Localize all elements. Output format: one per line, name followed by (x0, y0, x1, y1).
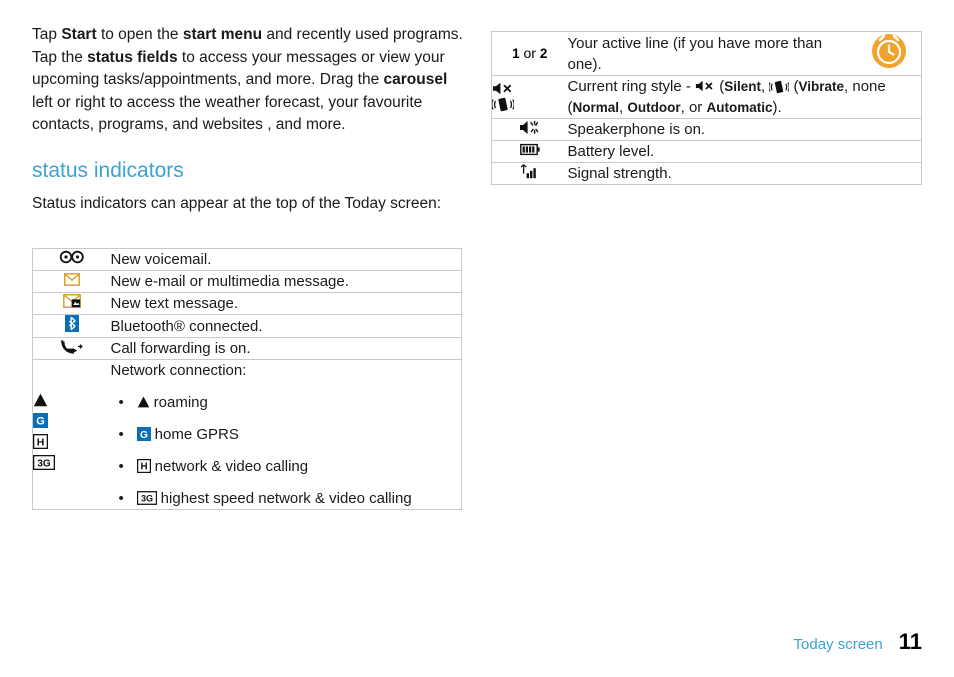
intro-text-5: left or right to access the weather fore… (32, 93, 423, 134)
list-item-label: network & video calling (154, 458, 309, 475)
table-row: New voicemail. (32, 248, 462, 271)
outdoor-label: Outdoor (627, 100, 681, 115)
svg-text:G: G (36, 416, 45, 428)
row-label: New text message. (110, 292, 462, 315)
list-item-label: home GPRS (154, 426, 239, 443)
hsdpa-icon: H (33, 434, 111, 449)
list-item-label: roaming (153, 394, 208, 411)
hsdpa-icon: H (136, 459, 151, 473)
row-label: Your active line (if you have more than … (567, 31, 858, 76)
roaming-icon (137, 396, 150, 408)
row-label: Battery level. (567, 140, 922, 163)
svg-text:3G: 3G (140, 494, 152, 504)
page-number: 11 (898, 629, 922, 654)
list-item: H network & video calling (111, 457, 462, 477)
ring-text-f: ). (772, 99, 782, 116)
row-label: Current ring style - (Silent, (Vibrate, … (567, 75, 922, 119)
vibrate-label: Vibrate (798, 79, 845, 94)
row-label: New e-mail or multimedia message. (110, 270, 462, 293)
call-forward-icon (32, 337, 111, 360)
row-label: Speakerphone is on. (567, 118, 922, 141)
battery-icon (491, 140, 568, 163)
intro-text-1: Tap (32, 26, 62, 43)
network-icon-stack: G H 3G (32, 359, 111, 510)
line-1-label: 1 (512, 45, 520, 61)
ring-text-e: , or (680, 99, 707, 116)
envelope-icon (32, 270, 111, 293)
status-fields-bold: status fields (87, 48, 178, 66)
network-title: Network connection: (110, 362, 247, 379)
table-row: Speakerphone is on. (491, 118, 922, 141)
silent-icon (492, 82, 568, 95)
table-row: Battery level. (491, 140, 922, 163)
page-footer: Today screen 11 (794, 629, 922, 655)
left-column: Tap Start to open the start menu and rec… (32, 24, 464, 227)
table-row: New text message. (32, 292, 462, 315)
hspa-3g-icon: 3G (33, 455, 111, 470)
svg-text:H: H (140, 462, 147, 473)
document-page: Tap Start to open the start menu and rec… (0, 0, 954, 677)
ring-text-a: Current ring style - (567, 78, 696, 95)
line-1-2-icon: 1 or 2 (491, 31, 568, 76)
normal-label: Normal (572, 100, 620, 115)
row-label: Bluetooth® connected. (110, 314, 462, 338)
hspa-3g-icon: 3G (136, 491, 157, 505)
roaming-icon (33, 393, 111, 407)
svg-text:3G: 3G (37, 458, 51, 469)
bluetooth-icon (32, 314, 111, 338)
table-row-network: G H 3G Network connection: • roaming • G… (32, 359, 462, 510)
vibrate-icon (492, 97, 568, 112)
line-or-label: or (519, 44, 540, 61)
status-indicators-table-right: 1 or 2 Your active line (if you have mor… (491, 31, 922, 185)
svg-text:G: G (140, 430, 148, 441)
network-connection-cell: Network connection: roaming G (110, 359, 462, 510)
voicemail-icon (32, 248, 111, 271)
intro-text-2: to open the (96, 26, 183, 43)
row-label: New voicemail. (110, 248, 462, 271)
text-message-icon (32, 292, 111, 315)
status-indicators-table-left: New voicemail. New e-mail or multimedia … (32, 248, 462, 510)
automatic-label: Automatic (706, 100, 773, 115)
list-item-label: highest speed network & video calling (160, 490, 412, 507)
table-row: Bluetooth® connected. (32, 314, 462, 338)
network-bullet-list: roaming G home GPRS H networ (111, 393, 462, 509)
vibrate-icon-inline (769, 80, 790, 94)
silent-icon-inline (695, 80, 715, 92)
table-row: 1 or 2 Your active line (if you have mor… (491, 31, 922, 76)
gprs-icon: G (33, 413, 111, 428)
ring-text-b: , (760, 78, 770, 95)
table-row: Call forwarding is on. (32, 337, 462, 360)
line-2-label: 2 (539, 45, 548, 61)
list-item: G home GPRS (111, 425, 462, 445)
signal-icon (491, 162, 568, 185)
footer-section-label: Today screen (793, 636, 883, 653)
speakerphone-icon (491, 118, 568, 141)
svg-text:H: H (37, 436, 45, 448)
carousel-bold: carousel (383, 71, 448, 88)
row-label: Call forwarding is on. (110, 337, 462, 360)
ring-style-icon (491, 75, 568, 119)
intro-paragraph: Tap Start to open the start menu and rec… (32, 24, 464, 137)
table-row: Signal strength. (491, 162, 922, 185)
gprs-icon: G (136, 427, 151, 441)
silent-label: Silent (724, 79, 761, 94)
list-item: roaming (111, 393, 462, 413)
start-menu-bold: start menu (182, 26, 263, 43)
list-item: 3G highest speed network & video calling (111, 489, 462, 509)
row-label: Signal strength. (567, 162, 922, 185)
table-row: New e-mail or multimedia message. (32, 270, 462, 293)
table-row: Current ring style - (Silent, (Vibrate, … (491, 75, 922, 119)
start-bold: Start (61, 26, 97, 43)
section-lead: Status indicators can appear at the top … (32, 194, 442, 212)
section-title: status indicators (32, 158, 184, 182)
alarm-icon (857, 31, 922, 76)
